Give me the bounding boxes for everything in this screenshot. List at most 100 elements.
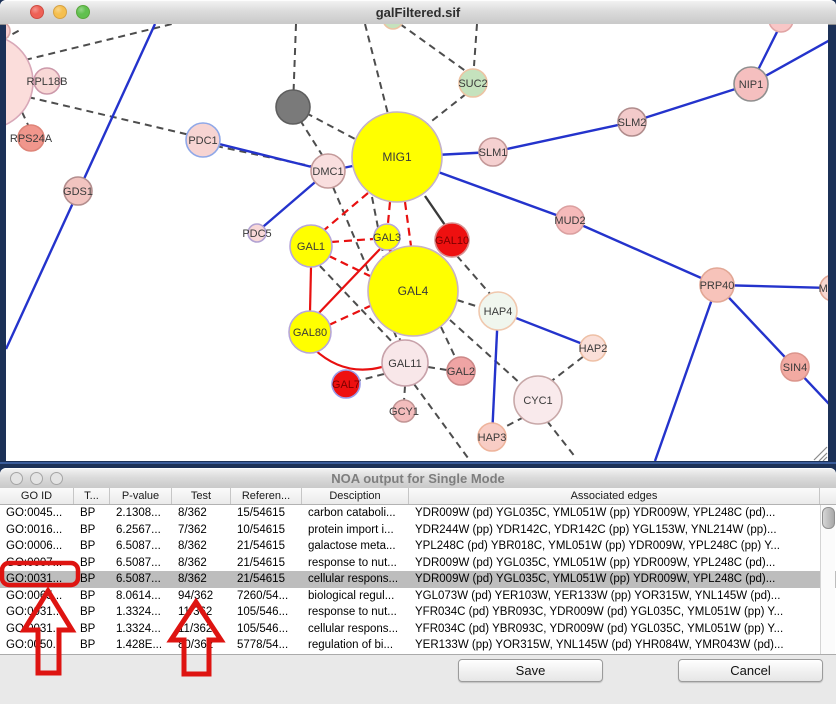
edge-red[interactable] [310, 267, 311, 312]
edge-pp-dashed[interactable] [25, 24, 172, 60]
node-slm1[interactable] [479, 138, 507, 166]
node-pdc1[interactable] [186, 123, 220, 157]
node-gal11[interactable] [382, 340, 428, 386]
edge-red-dashed[interactable] [329, 306, 370, 325]
node[interactable] [276, 90, 310, 124]
edge-pp-dashed[interactable] [300, 120, 324, 158]
edge-pp-dashed[interactable] [400, 24, 467, 72]
column-header-edges[interactable]: Associated edges [409, 488, 820, 504]
node-rps24a[interactable] [18, 125, 44, 151]
edge-dark[interactable] [425, 196, 447, 228]
node-cyc1[interactable] [514, 376, 562, 424]
close-icon[interactable] [10, 472, 23, 485]
edge-pp-blue[interactable] [655, 285, 717, 461]
node[interactable] [6, 24, 10, 40]
table-row[interactable]: GO:0016...BP6.2567...7/36210/54615protei… [0, 522, 836, 539]
node-gal1[interactable] [290, 225, 332, 267]
scrollbar-corner [820, 488, 836, 504]
edge-pp-dashed[interactable] [457, 256, 491, 295]
edge-pp-blue[interactable] [570, 220, 717, 285]
table-row[interactable]: GO:0050...BP1.428E...80/3625778/54...reg… [0, 637, 836, 654]
node-rpl18b[interactable] [34, 68, 60, 94]
edge-pp-dashed[interactable] [549, 356, 584, 383]
node-gal2[interactable] [447, 357, 475, 385]
edge-pp-dashed[interactable] [306, 113, 357, 140]
zoom-icon[interactable] [50, 472, 63, 485]
table-row[interactable]: GO:0031...BP1.3324...11/362105/546...res… [0, 604, 836, 621]
edge-red-dashed[interactable] [331, 239, 373, 242]
edge-red-dashed[interactable] [323, 193, 368, 231]
table-row[interactable]: GO:0065...BP8.0614...94/3627260/54...bio… [0, 588, 836, 605]
network-canvas[interactable]: RPL18BRPS24AGDS1PDC1DMC1MIG1SUC2SLM1NIP1… [6, 24, 828, 461]
save-button[interactable]: Save [458, 659, 603, 682]
node-prp40[interactable] [700, 268, 734, 302]
edge-pp-dashed[interactable] [547, 421, 576, 458]
node-pdc5[interactable] [248, 224, 266, 242]
edge-pp-dashed[interactable] [457, 300, 479, 307]
node[interactable] [769, 24, 793, 32]
edge-pp-dashed[interactable] [474, 24, 477, 66]
node-mig1[interactable] [352, 112, 442, 202]
node-gal4[interactable] [368, 246, 458, 336]
column-header-reference[interactable]: Referen... [231, 488, 302, 504]
table-row[interactable]: GO:0031...BP6.5087...8/36221/54615cellul… [0, 571, 836, 588]
node-hap3[interactable] [478, 423, 506, 451]
table-row[interactable]: GO:0006...BP6.5087...8/36221/54615galact… [0, 538, 836, 555]
edge-red-dashed[interactable] [388, 202, 390, 223]
edge-pp-blue[interactable] [717, 285, 828, 405]
edge-pp-dashed[interactable] [428, 367, 447, 370]
edge-red-curved[interactable] [314, 349, 382, 370]
cell-go_id: GO:0050... [0, 637, 74, 654]
edge-pp-dashed[interactable] [428, 94, 466, 124]
edge-pp-dashed[interactable] [441, 327, 456, 359]
table-row[interactable]: GO:0007...BP6.5087...8/36221/54615respon… [0, 555, 836, 572]
edge-pp-blue[interactable] [632, 84, 751, 122]
edge-pp-dashed[interactable] [414, 384, 468, 458]
edge-pp-dashed[interactable] [501, 417, 524, 429]
vertical-scrollbar[interactable] [820, 505, 835, 654]
node[interactable] [6, 35, 33, 129]
cell-description: cellular respons... [302, 621, 409, 638]
edge-pp-dashed[interactable] [28, 97, 190, 135]
node-gal7[interactable] [332, 370, 360, 398]
minimize-icon[interactable] [53, 5, 67, 19]
node-dmc1[interactable] [311, 154, 345, 188]
column-header-description[interactable]: Desciption [302, 488, 409, 504]
column-header-go_id[interactable]: GO ID [0, 488, 74, 504]
edge-pp-blue[interactable] [203, 140, 328, 171]
cancel-button[interactable]: Cancel [678, 659, 823, 682]
scrollbar-thumb[interactable] [822, 507, 835, 529]
node-gcy1[interactable] [393, 400, 415, 422]
node-nip1[interactable] [734, 67, 768, 101]
edge-pp-dashed[interactable] [357, 374, 384, 381]
node-suc2[interactable] [459, 69, 487, 97]
edge-pp-dashed[interactable] [365, 24, 389, 118]
node-mud2[interactable] [556, 206, 584, 234]
node-gal80[interactable] [289, 311, 331, 353]
resize-grip-icon[interactable] [814, 447, 827, 460]
node-slm2[interactable] [618, 108, 646, 136]
cell-p_value: 1.428E... [110, 637, 172, 654]
network-window-titlebar[interactable]: galFiltered.sif [0, 0, 836, 25]
edge-pp-blue[interactable] [493, 122, 632, 152]
table-row[interactable]: GO:0045...BP2.1308...8/36215/54615carbon… [0, 505, 836, 522]
column-header-type[interactable]: T... [74, 488, 110, 504]
node-hap4[interactable] [479, 292, 517, 330]
column-header-test[interactable]: Test [172, 488, 231, 504]
table-row[interactable]: GO:0031...BP1.3324...11/362105/546...cel… [0, 621, 836, 638]
node-sin4[interactable] [781, 353, 809, 381]
edge-red-dashed[interactable] [405, 202, 411, 246]
node-hap2[interactable] [580, 335, 606, 361]
node-gds1[interactable] [64, 177, 92, 205]
node-gal10[interactable] [435, 223, 469, 257]
zoom-icon[interactable] [76, 5, 90, 19]
column-header-p_value[interactable]: P-value [110, 488, 172, 504]
node-msl1[interactable] [820, 275, 828, 301]
minimize-icon[interactable] [30, 472, 43, 485]
edge-pp-dashed[interactable] [404, 386, 405, 401]
resize-grip-icon[interactable] [823, 457, 827, 461]
noa-window-titlebar[interactable]: NOA output for Single Mode [0, 468, 836, 489]
close-icon[interactable] [30, 5, 44, 19]
node-gal3[interactable] [374, 224, 400, 250]
node[interactable] [383, 24, 403, 29]
